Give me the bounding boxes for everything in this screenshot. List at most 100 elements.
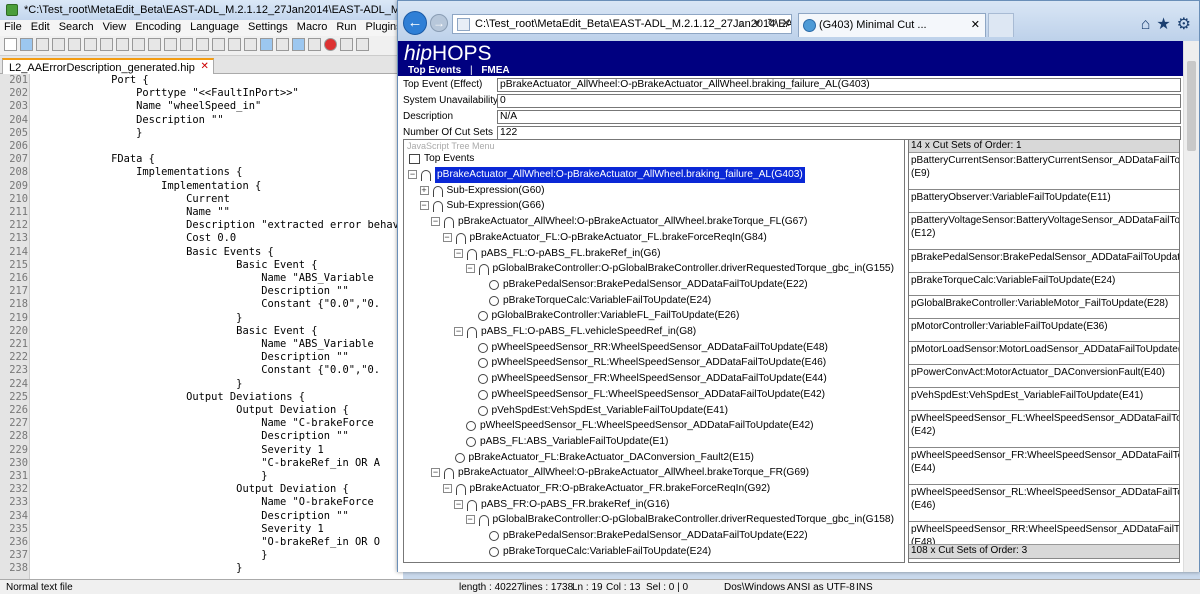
basic-event-node[interactable]: pWheelSpeedSensor_RR:WheelSpeedSensor_AD… bbox=[404, 340, 904, 356]
code-line[interactable]: 217 Description "" bbox=[0, 285, 403, 298]
play-macro-icon[interactable] bbox=[356, 38, 369, 51]
gate-node[interactable]: − Sub-Expression(G66) bbox=[404, 198, 904, 214]
code-line[interactable]: 234 Description "" bbox=[0, 510, 403, 523]
redo-icon[interactable] bbox=[180, 38, 193, 51]
zoom-in-icon[interactable] bbox=[228, 38, 241, 51]
new-file-icon[interactable] bbox=[4, 38, 17, 51]
code-line[interactable]: 224 } bbox=[0, 378, 403, 391]
collapse-icon[interactable]: − bbox=[419, 201, 429, 211]
code-line[interactable]: 208 Implementations { bbox=[0, 166, 403, 179]
back-button[interactable]: ← bbox=[403, 11, 427, 35]
code-line[interactable]: 229 Severity 1 bbox=[0, 444, 403, 457]
basic-event-node[interactable]: pBrakeActuator_FL:BrakeActuator_DAConver… bbox=[404, 450, 904, 466]
copy-icon[interactable] bbox=[132, 38, 145, 51]
code-line[interactable]: 206 bbox=[0, 140, 403, 153]
cut-set-item[interactable]: pBrakePedalSensor:BrakePedalSensor_ADDat… bbox=[909, 250, 1179, 273]
dropdown-icon[interactable]: ▾ bbox=[754, 16, 760, 30]
code-line[interactable]: 210 Current bbox=[0, 193, 403, 206]
gate-node[interactable]: + Sub-Expression(G60) bbox=[404, 183, 904, 199]
gate-node[interactable]: − pABS_FR:O-pABS_FR.brakeRef_in(G16) bbox=[404, 497, 904, 513]
code-line[interactable]: 219 } bbox=[0, 312, 403, 325]
gate-node[interactable]: − pGlobalBrakeController:O-pGlobalBrakeCo… bbox=[404, 261, 904, 277]
file-tab[interactable]: L2_AAErrorDescription_generated.hip ✕ bbox=[2, 58, 214, 74]
collapse-icon[interactable]: − bbox=[465, 264, 475, 274]
code-line[interactable]: 236 "O-brakeRef_in OR O bbox=[0, 536, 403, 549]
cut-set-item[interactable]: pWheelSpeedSensor_FR:WheelSpeedSensor_AD… bbox=[909, 448, 1179, 485]
code-line[interactable]: 220 Basic Event { bbox=[0, 325, 403, 338]
star-icon[interactable]: ★ bbox=[1156, 16, 1170, 33]
code-line[interactable]: 230 "C-brakeRef_in OR A bbox=[0, 457, 403, 470]
code-editor[interactable]: 201 Port {202 Porttype "<<FaultInPort>>"… bbox=[0, 74, 403, 579]
browser-tab-close-icon[interactable]: ✕ bbox=[971, 18, 980, 31]
basic-event-node[interactable]: pBrakePedalSensor:BrakePedalSensor_ADDat… bbox=[404, 277, 904, 293]
cut-set-item[interactable]: pMotorLoadSensor:MotorLoadSensor_ADDataF… bbox=[909, 342, 1179, 365]
collapse-icon[interactable]: − bbox=[431, 217, 440, 227]
cut-icon[interactable] bbox=[116, 38, 129, 51]
gate-node[interactable]: − pBrakeActuator_FR:O-pBrakeActuator_FR.b… bbox=[404, 481, 904, 497]
sync-scroll-icon[interactable] bbox=[260, 38, 273, 51]
gear-icon[interactable]: ⚙ bbox=[1177, 16, 1191, 33]
collapse-icon[interactable]: − bbox=[454, 248, 463, 258]
cut-set-item[interactable]: pVehSpdEst:VehSpdEst_VariableFailToUpdat… bbox=[909, 388, 1179, 411]
cut-set-item[interactable]: pMotorController:VariableFailToUpdate(E3… bbox=[909, 319, 1179, 342]
menu-item[interactable]: Settings bbox=[248, 21, 288, 33]
basic-event-node[interactable]: pBrakeTorqueCalc:VariableFailToUpdate(E2… bbox=[404, 544, 904, 560]
open-file-icon[interactable] bbox=[20, 38, 33, 51]
code-line[interactable]: 212 Description "extracted error behavio… bbox=[0, 219, 403, 232]
gate-node[interactable]: − pBrakeActuator_AllWheel:O-pBrakeActuato… bbox=[404, 465, 904, 481]
code-line[interactable]: 213 Cost 0.0 bbox=[0, 232, 403, 245]
search-icon[interactable]: ⌕ bbox=[738, 16, 745, 31]
menu-item[interactable]: File bbox=[4, 21, 22, 33]
basic-event-node[interactable]: pBrakeTorqueCalc:VariableFailToUpdate(E2… bbox=[404, 293, 904, 309]
gate-node[interactable]: − pABS_FL:O-pABS_FL.vehicleSpeedRef_in(G8… bbox=[404, 324, 904, 340]
code-line[interactable]: 228 Description "" bbox=[0, 430, 403, 443]
code-line[interactable]: 232 Output Deviation { bbox=[0, 483, 403, 496]
code-line[interactable]: 238 } bbox=[0, 562, 403, 575]
code-line[interactable]: 235 Severity 1 bbox=[0, 523, 403, 536]
code-line[interactable]: 205 } bbox=[0, 127, 403, 140]
basic-event-node[interactable]: pWheelSpeedSensor_FL:WheelSpeedSensor_AD… bbox=[404, 387, 904, 403]
nav-fmea[interactable]: FMEA bbox=[481, 65, 509, 76]
code-line[interactable]: 226 Output Deviation { bbox=[0, 404, 403, 417]
print-icon[interactable] bbox=[100, 38, 113, 51]
code-line[interactable]: 203 Name "wheelSpeed_in" bbox=[0, 100, 403, 113]
code-line[interactable]: 215 Basic Event { bbox=[0, 259, 403, 272]
undo-icon[interactable] bbox=[164, 38, 177, 51]
stop-macro-icon[interactable] bbox=[340, 38, 353, 51]
cut-set-item[interactable]: pPowerConvAct:MotorActuator_DAConversion… bbox=[909, 365, 1179, 388]
tab-close-icon[interactable]: ✕ bbox=[201, 61, 209, 72]
menu-item[interactable]: Run bbox=[336, 21, 356, 33]
collapse-icon[interactable]: − bbox=[442, 232, 452, 242]
code-line[interactable]: 216 Name "ABS_Variable bbox=[0, 272, 403, 285]
paste-icon[interactable] bbox=[148, 38, 161, 51]
find-icon[interactable] bbox=[196, 38, 209, 51]
collapse-icon[interactable]: − bbox=[408, 170, 417, 179]
menu-item[interactable]: Macro bbox=[297, 21, 328, 33]
stop-icon[interactable]: ✕ bbox=[781, 16, 791, 30]
code-line[interactable]: 233 Name "O-brakeForce bbox=[0, 496, 403, 509]
close-all-icon[interactable] bbox=[84, 38, 97, 51]
basic-event-node[interactable]: pVehSpdEst:VehSpdEst_VariableFailToUpdat… bbox=[404, 403, 904, 419]
refresh-icon[interactable]: ↻ bbox=[767, 16, 777, 30]
code-line[interactable]: 204 Description "" bbox=[0, 114, 403, 127]
save-all-icon[interactable] bbox=[52, 38, 65, 51]
collapse-icon[interactable]: − bbox=[442, 484, 452, 493]
cut-sets-order-1-header[interactable]: 14 x Cut Sets of Order: 1 bbox=[909, 140, 1179, 153]
collapse-icon[interactable]: − bbox=[454, 327, 463, 336]
code-line[interactable]: 231 } bbox=[0, 470, 403, 483]
browser-tab[interactable]: (G403) Minimal Cut ... ✕ bbox=[798, 13, 986, 37]
cut-set-item[interactable]: pWheelSpeedSensor_RL:WheelSpeedSensor_AD… bbox=[909, 485, 1179, 522]
indent-guide-icon[interactable] bbox=[292, 38, 305, 51]
record-macro-icon[interactable] bbox=[324, 38, 337, 51]
scroll-thumb[interactable] bbox=[1187, 61, 1196, 151]
cut-sets-order-3-header[interactable]: 108 x Cut Sets of Order: 3 bbox=[909, 544, 1179, 558]
code-line[interactable]: 222 Description "" bbox=[0, 351, 403, 364]
code-line[interactable]: 223 Constant {"0.0","0. bbox=[0, 364, 403, 377]
collapse-icon[interactable]: − bbox=[431, 468, 440, 478]
gate-node[interactable]: − pGlobalBrakeController:O-pGlobalBrakeCo… bbox=[404, 512, 904, 528]
basic-event-node[interactable]: pWheelSpeedSensor_FL:WheelSpeedSensor_AD… bbox=[404, 418, 904, 434]
gate-node[interactable]: − pBrakeActuator_FL:O-pBrakeActuator_FL.b… bbox=[404, 230, 904, 246]
menu-item[interactable]: Encoding bbox=[135, 21, 181, 33]
basic-event-node[interactable]: pBrakePedalSensor:BrakePedalSensor_ADDat… bbox=[404, 528, 904, 544]
basic-event-node[interactable]: pWheelSpeedSensor_FR:WheelSpeedSensor_AD… bbox=[404, 371, 904, 387]
